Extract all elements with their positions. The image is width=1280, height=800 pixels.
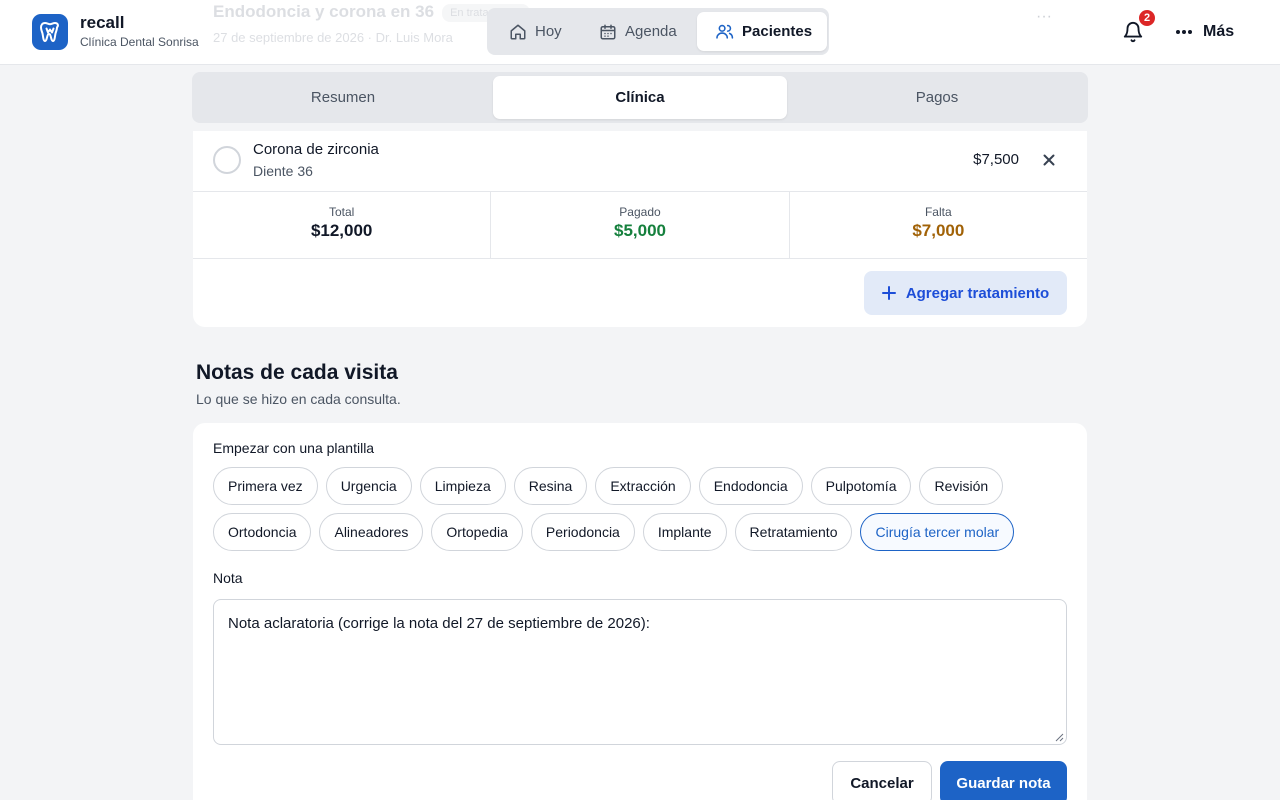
nav-pacientes[interactable]: Pacientes [697,12,828,51]
paid-label: Pagado [619,205,661,219]
close-icon[interactable] [1041,152,1057,168]
home-icon [510,24,526,39]
template-chip[interactable]: Pulpotomía [810,467,912,505]
users-icon [716,24,734,39]
notes-section-subtitle: Lo que se hizo en cada consulta. [196,391,401,407]
payment-totals: Total $12,000 Pagado $5,000 Falta $7,000 [193,192,1087,259]
note-label: Nota [213,570,243,586]
due-label: Falta [924,205,952,219]
notes-section-title: Notas de cada visita [196,361,398,384]
due-cell: Falta $7,000 [788,192,1087,258]
tab-clinica[interactable]: Clínica [493,76,787,119]
total-value: $12,000 [310,221,373,240]
note-textarea[interactable]: Nota aclaratoria (corrige la nota del 27… [213,599,1067,745]
notes-card: Empezar con una plantilla Primera vez Urg… [193,423,1087,800]
add-treatment-label: Agregar tratamiento [905,284,1050,302]
nav-pacientes-label: Pacientes [742,23,813,40]
treatment-tooth: Diente 36 [253,163,313,179]
total-label: Total [328,205,355,219]
notification-badge: 2 [1137,8,1157,28]
more-label: Más [1203,23,1235,40]
add-treatment-button[interactable]: Agregar tratamiento [864,271,1067,315]
tab-pagos[interactable]: Pagos [790,76,1084,119]
plus-icon [881,286,896,300]
ellipsis-icon [1176,30,1192,34]
template-chip[interactable]: Endodoncia [698,467,803,505]
scrolled-title: Endodoncia y corona en 36 En tratamiento [213,2,530,22]
template-chips: Primera vez Urgencia Limpieza Resina Extracc… [213,467,1073,551]
template-chip[interactable]: Retratamiento [734,513,853,551]
treatment-price: $7,500 [973,151,1019,168]
tab-resumen[interactable]: Resumen [196,76,490,119]
scrolled-title-text: Endodoncia y corona en 36 [213,2,435,21]
template-chip[interactable]: Resina [513,467,588,505]
template-chip[interactable]: Revisión [919,467,1004,505]
template-chip[interactable]: Alineadores [319,513,424,551]
template-chip[interactable]: Implante [642,513,727,551]
template-chip[interactable]: Urgencia [325,467,412,505]
treatment-complete-radio[interactable] [213,146,241,174]
template-chip[interactable]: Limpieza [419,467,506,505]
paid-cell: Pagado $5,000 [490,192,788,258]
resize-handle-icon[interactable] [1055,733,1064,742]
scrolled-subtitle: 27 de septiembre de 2026 · Dr. Luis Mora [213,30,453,45]
note-text: Nota aclaratoria (corrige la nota del 27… [228,615,650,632]
template-chip[interactable]: Extracción [595,467,691,505]
patient-tabs: Resumen Clínica Pagos [192,72,1088,123]
template-chip[interactable]: Ortodoncia [213,513,312,551]
treatment-card: Corona de zirconia Diente 36 $7,500 Tota… [193,131,1087,327]
template-chip[interactable]: Primera vez [213,467,318,505]
paid-value: $5,000 [613,221,666,240]
nav-agenda-label: Agenda [625,23,677,40]
treatment-name: Corona de zirconia [253,141,379,158]
scrolled-more-icon: ··· [1036,8,1052,25]
tooth-logo-icon[interactable] [32,14,68,50]
main-nav: Hoy Agenda Pacientes [487,8,829,55]
template-chip[interactable]: Cirugía tercer molar [860,513,1015,551]
brand-name: recall [80,13,125,32]
top-bar: Endodoncia y corona en 36 En tratamiento … [0,0,1280,65]
clinic-name: Clínica Dental Sonrisa [80,35,199,49]
more-button[interactable]: Más [1175,20,1234,44]
nav-hoy-label: Hoy [535,23,562,40]
treatment-row: Corona de zirconia Diente 36 $7,500 [193,131,1087,192]
template-chip[interactable]: Ortopedia [431,513,523,551]
template-label: Empezar con una plantilla [213,440,375,456]
due-value: $7,000 [912,221,965,240]
calendar-icon [600,24,616,39]
template-chip[interactable]: Periodoncia [530,513,635,551]
nav-hoy[interactable]: Hoy [491,12,577,51]
nav-agenda[interactable]: Agenda [581,12,692,51]
save-note-button[interactable]: Guardar nota [940,761,1067,800]
cancel-button[interactable]: Cancelar [832,761,932,800]
total-cell: Total $12,000 [193,192,490,258]
